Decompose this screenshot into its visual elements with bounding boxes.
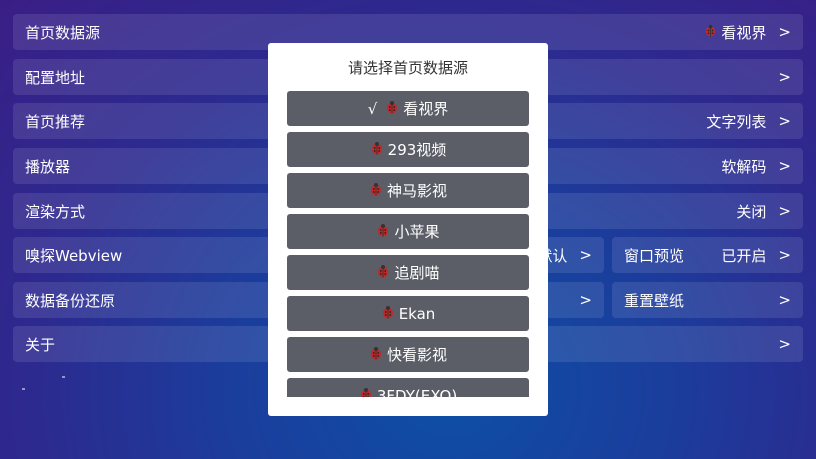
chevron-right-icon: > xyxy=(579,291,592,309)
source-option[interactable]: √ 看视界 xyxy=(287,91,529,126)
source-option[interactable]: 追剧喵 xyxy=(287,255,529,290)
row-label: 首页数据源 xyxy=(25,23,101,42)
ladybug-icon xyxy=(704,24,717,40)
scroll-indicator-dot xyxy=(62,376,65,378)
source-option[interactable]: 3FDY(EXO) xyxy=(287,378,529,397)
ladybug-icon xyxy=(369,182,383,199)
row-value: > xyxy=(778,291,791,309)
chevron-right-icon: > xyxy=(778,112,791,130)
ladybug-icon xyxy=(376,264,390,281)
chevron-right-icon: > xyxy=(778,157,791,175)
row-value: 已开启 > xyxy=(721,245,791,266)
row-value-text: 文字列表 xyxy=(706,112,767,131)
row-label: 数据备份还原 xyxy=(25,291,116,310)
ladybug-icon xyxy=(381,305,395,322)
selected-check-icon: √ xyxy=(367,99,378,118)
row-value: > xyxy=(778,68,791,86)
dialog-title: 请选择首页数据源 xyxy=(347,59,468,77)
ladybug-icon xyxy=(370,141,384,158)
chevron-right-icon: > xyxy=(778,23,791,41)
source-option-list[interactable]: √ 看视界 293视频 神马影视 小苹果 追剧喵 Ekan 快看影视 3FDY(… xyxy=(287,91,529,397)
row-label: 嗅探Webview xyxy=(25,246,123,265)
row-label: 播放器 xyxy=(25,157,71,176)
option-label: 快看影视 xyxy=(386,346,447,364)
row-value: 文字列表 > xyxy=(706,111,791,132)
option-label: 小苹果 xyxy=(394,223,440,241)
source-option[interactable]: 快看影视 xyxy=(287,337,529,372)
option-label: 神马影视 xyxy=(386,182,447,200)
row-label: 首页推荐 xyxy=(25,112,86,131)
ladybug-icon xyxy=(385,100,399,117)
settings-row-window-preview[interactable]: 窗口预览 已开启 > xyxy=(612,237,803,273)
ladybug-icon xyxy=(369,346,383,363)
option-label: 3FDY(EXO) xyxy=(376,386,458,398)
row-value: 关闭 > xyxy=(736,201,791,222)
chevron-right-icon: > xyxy=(778,68,791,86)
chevron-right-icon: > xyxy=(579,246,592,264)
source-option[interactable]: 神马影视 xyxy=(287,173,529,208)
row-label: 重置壁纸 xyxy=(624,291,685,310)
source-option[interactable]: Ekan xyxy=(287,296,529,331)
chevron-right-icon: > xyxy=(778,202,791,220)
row-label: 配置地址 xyxy=(25,68,86,87)
option-label: 293视频 xyxy=(387,141,447,159)
settings-row-reset-wallpaper[interactable]: 重置壁纸 > xyxy=(612,282,803,318)
source-option[interactable]: 小苹果 xyxy=(287,214,529,249)
chevron-right-icon: > xyxy=(778,246,791,264)
row-value: 看视界 > xyxy=(704,22,791,43)
row-label: 窗口预览 xyxy=(624,246,685,265)
home-source-dialog: 请选择首页数据源 √ 看视界 293视频 神马影视 小苹果 追剧喵 Ekan 快… xyxy=(268,43,548,416)
row-value: > xyxy=(579,291,592,309)
row-label: 渲染方式 xyxy=(25,202,86,221)
row-value-text: 已开启 xyxy=(721,246,767,265)
ladybug-icon xyxy=(376,223,390,240)
option-label: 看视界 xyxy=(403,100,449,118)
option-label: Ekan xyxy=(398,304,436,323)
ladybug-icon xyxy=(359,387,373,397)
row-label: 关于 xyxy=(25,335,56,354)
row-value-text: 看视界 xyxy=(721,23,767,42)
row-value: 软解码 > xyxy=(721,156,791,177)
chevron-right-icon: > xyxy=(778,291,791,309)
scroll-indicator-dot xyxy=(22,388,25,390)
chevron-right-icon: > xyxy=(778,335,791,353)
row-value-text: 关闭 xyxy=(736,202,767,221)
option-label: 追剧喵 xyxy=(394,264,440,282)
source-option[interactable]: 293视频 xyxy=(287,132,529,167)
row-value-text: 软解码 xyxy=(721,157,767,176)
row-value: > xyxy=(778,335,791,353)
